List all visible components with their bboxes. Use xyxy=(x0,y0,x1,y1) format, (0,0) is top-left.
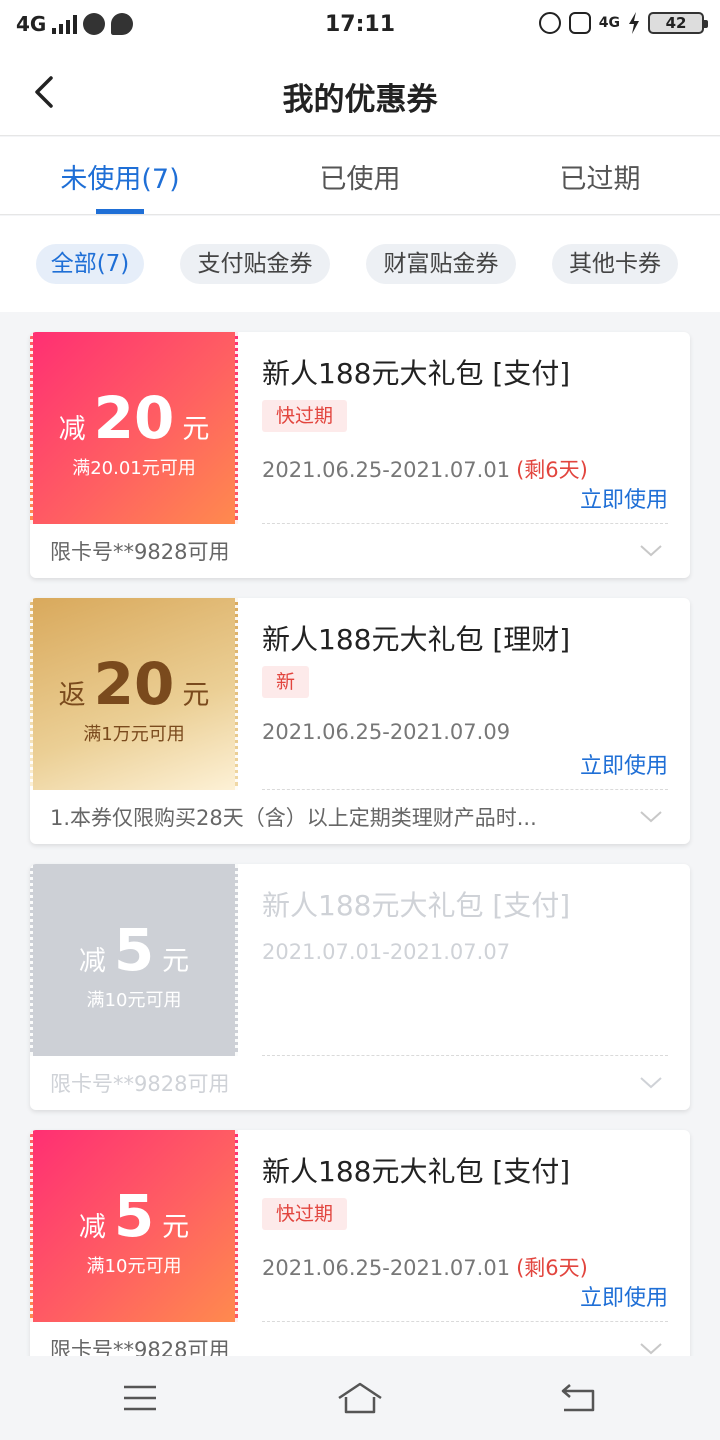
filter-wealth[interactable]: 财富贴金券 xyxy=(366,244,516,284)
status-right: 4G 42 xyxy=(538,12,708,34)
coupon-info: 新人188元大礼包 [理财] 新 2021.06.25-2021.07.09 立… xyxy=(262,598,668,790)
chevron-down-icon[interactable] xyxy=(640,1338,662,1356)
coupon-name: 新人188元大礼包 [支付] xyxy=(262,1155,571,1188)
coupon-stub: 减5元 满10元可用 xyxy=(30,864,238,1056)
coupon-prefix: 减 xyxy=(78,946,106,977)
coupon-amount: 返 20 元 xyxy=(33,650,235,718)
coupon-footer: 限卡号**9828可用 xyxy=(50,540,230,564)
chevron-down-icon[interactable] xyxy=(640,806,662,828)
coupon-stub: 减5元 满10元可用 xyxy=(30,1130,238,1322)
system-nav-bar xyxy=(0,1356,720,1440)
use-now-button[interactable]: 立即使用 xyxy=(580,1280,668,1312)
coupon-name: 新人188元大礼包 [理财] xyxy=(262,623,571,656)
coupon-condition: 满20.01元可用 xyxy=(72,458,196,479)
filter-all[interactable]: 全部(7) xyxy=(36,244,144,284)
coupon-date-range: 2021.06.25-2021.07.01 (剩6天) xyxy=(262,1252,588,1282)
coupon-stub: 减 20 元 满20.01元可用 xyxy=(30,332,238,524)
tab-unused[interactable]: 未使用(7) xyxy=(0,137,240,214)
coupon-tag: 新 xyxy=(262,666,310,698)
coupon-tag: 快过期 xyxy=(262,400,348,432)
coupon-date-range: 2021.06.25-2021.07.09 xyxy=(262,720,510,744)
coupon-tag: 快过期 xyxy=(262,1198,348,1230)
home-icon xyxy=(338,1382,382,1414)
coupon-prefix: 减 xyxy=(78,1212,106,1243)
coupon-date: 2021.06.25-2021.07.01 xyxy=(262,458,511,482)
alarm-icon xyxy=(538,12,561,34)
coupon-unit: 元 xyxy=(162,946,190,977)
tab-bar: 未使用(7) 已使用 已过期 xyxy=(0,137,720,215)
filter-bar: 全部(7) 支付贴金券 财富贴金券 其他卡券 xyxy=(0,216,720,312)
coupon-date: 2021.06.25-2021.07.09 xyxy=(262,720,511,744)
use-now-button[interactable]: 立即使用 xyxy=(580,482,668,514)
coupon-amount: 减5元 xyxy=(33,916,235,984)
tab-expired[interactable]: 已过期 xyxy=(480,137,720,214)
coupon-condition: 满1万元可用 xyxy=(83,724,185,745)
coupon-card[interactable]: 减5元 满10元可用 新人188元大礼包 [支付] 2021.07.01-202… xyxy=(30,864,690,1110)
coupon-info: 新人188元大礼包 [支付] 快过期 2021.06.25-2021.07.01… xyxy=(262,332,668,524)
coupon-prefix: 返 xyxy=(58,680,86,711)
coupon-footer: 限卡号**9828可用 xyxy=(50,1072,230,1096)
use-now-button[interactable]: 立即使用 xyxy=(580,748,668,780)
coupon-card[interactable]: 减5元 满10元可用 新人188元大礼包 [支付] 快过期 2021.06.25… xyxy=(30,1130,690,1356)
coupon-remaining: (剩6天) xyxy=(516,1256,588,1280)
page-title: 我的优惠券 xyxy=(282,82,438,118)
header: 我的优惠券 xyxy=(0,50,720,136)
coupon-value: 20 xyxy=(93,650,175,718)
coupon-name: 新人188元大礼包 [支付] xyxy=(262,889,571,922)
battery-icon: 42 xyxy=(648,12,708,34)
coupon-date-range: 2021.07.01-2021.07.07 xyxy=(262,940,510,964)
coupon-list: 减 20 元 满20.01元可用 新人188元大礼包 [支付] 快过期 2021.0… xyxy=(0,312,720,1356)
tab-used[interactable]: 已使用 xyxy=(240,137,480,214)
coupon-unit: 元 xyxy=(162,1212,190,1243)
charging-icon xyxy=(629,12,639,34)
coupon-card[interactable]: 返 20 元 满1万元可用 新人188元大礼包 [理财] 新 2021.06.25-… xyxy=(30,598,690,844)
battery-level: 42 xyxy=(665,14,687,32)
coupon-card[interactable]: 减 20 元 满20.01元可用 新人188元大礼包 [支付] 快过期 2021.0… xyxy=(30,332,690,578)
coupon-name: 新人188元大礼包 [支付] xyxy=(262,357,571,390)
coupon-condition: 满10元可用 xyxy=(86,990,182,1011)
coupon-amount: 减5元 xyxy=(33,1182,235,1250)
chevron-down-icon[interactable] xyxy=(640,540,662,562)
coupon-footer: 限卡号**9828可用 xyxy=(50,1338,230,1356)
mute-icon xyxy=(568,12,591,34)
back-nav-button[interactable] xyxy=(558,1378,598,1418)
coupon-date: 2021.06.25-2021.07.01 xyxy=(262,1256,511,1280)
menu-icon xyxy=(124,1385,156,1411)
coupon-date: 2021.07.01-2021.07.07 xyxy=(262,940,511,964)
coupon-info: 新人188元大礼包 [支付] 2021.07.01-2021.07.07 xyxy=(262,864,668,1056)
chevron-down-icon[interactable] xyxy=(640,1072,662,1094)
coupon-value: 5 xyxy=(113,916,155,984)
coupon-value: 20 xyxy=(93,384,175,452)
filter-other[interactable]: 其他卡券 xyxy=(552,244,678,284)
menu-button[interactable] xyxy=(120,1378,160,1418)
back-arrow-icon xyxy=(561,1384,595,1412)
coupon-value: 5 xyxy=(113,1182,155,1250)
coupon-remaining: (剩6天) xyxy=(516,458,588,482)
network-type-right: 4G xyxy=(598,15,620,31)
coupon-unit: 元 xyxy=(182,680,210,711)
status-bar: 4G 17:11 4G 42 xyxy=(0,0,720,50)
coupon-date-range: 2021.06.25-2021.07.01 (剩6天) xyxy=(262,454,588,484)
home-button[interactable] xyxy=(336,1378,384,1418)
coupon-condition: 满10元可用 xyxy=(86,1256,182,1277)
filter-payment[interactable]: 支付贴金券 xyxy=(180,244,330,284)
coupon-unit: 元 xyxy=(182,414,210,445)
coupon-stub: 返 20 元 满1万元可用 xyxy=(30,598,238,790)
coupon-prefix: 减 xyxy=(58,414,86,445)
coupon-footer: 1.本券仅限购买28天（含）以上定期类理财产品时... xyxy=(50,806,537,830)
coupon-info: 新人188元大礼包 [支付] 快过期 2021.06.25-2021.07.01… xyxy=(262,1130,668,1322)
coupon-amount: 减 20 元 xyxy=(33,384,235,452)
